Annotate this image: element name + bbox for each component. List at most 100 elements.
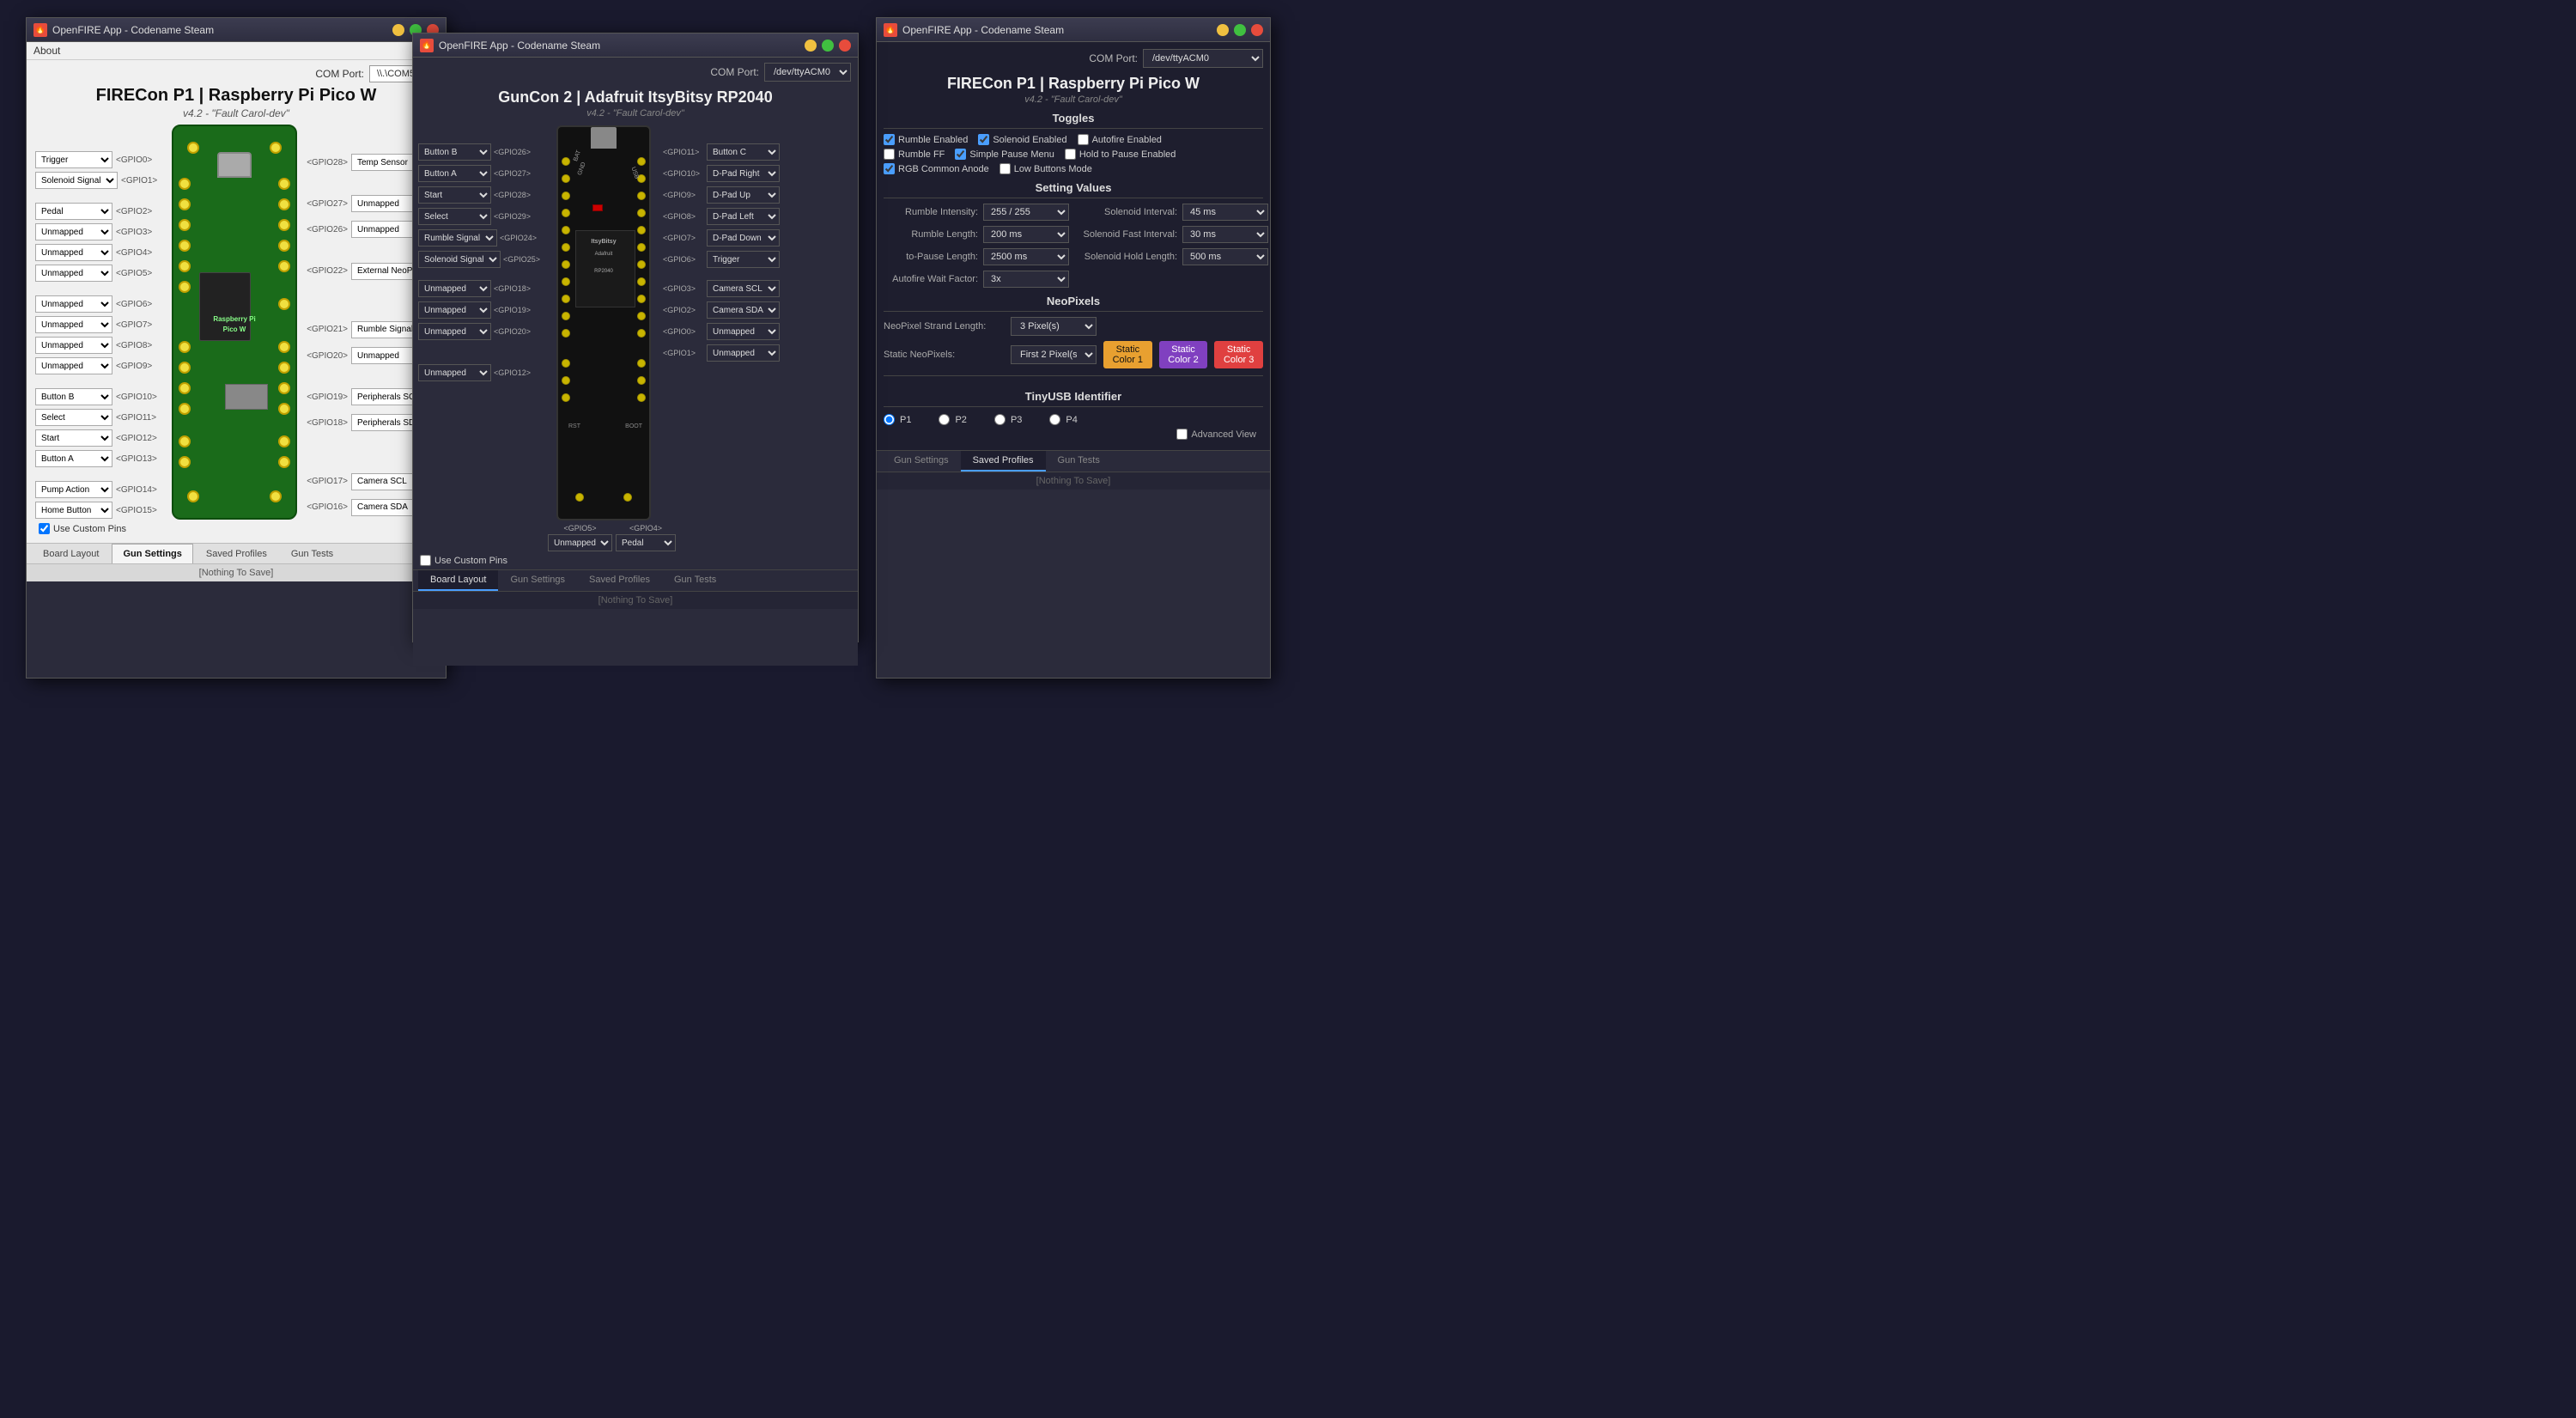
solenoid-hold-select[interactable]: 500 ms bbox=[1182, 248, 1268, 265]
toggle-autofire-enabled[interactable]: Autofire Enabled bbox=[1078, 134, 1162, 145]
toggle-rumble-enabled[interactable]: Rumble Enabled bbox=[884, 134, 968, 145]
close-btn-3[interactable] bbox=[1251, 24, 1263, 36]
settings-header: Setting Values bbox=[884, 181, 1263, 198]
tab-bar-1: Board Layout Gun Settings Saved Profiles… bbox=[27, 543, 446, 563]
static-color-1-btn[interactable]: Static Color 1 bbox=[1103, 341, 1152, 368]
tab-gun-settings-2[interactable]: Gun Settings bbox=[498, 570, 577, 591]
use-custom-pins-cb-2[interactable] bbox=[420, 555, 431, 566]
gpio-right-col-2: <GPIO11>Button C <GPIO10>D-Pad Right <GP… bbox=[663, 125, 780, 551]
mid-gpio-3[interactable]: Camera SCL bbox=[707, 280, 780, 297]
tab-bar-2: Board Layout Gun Settings Saved Profiles… bbox=[413, 569, 858, 591]
advanced-view-cb[interactable] bbox=[1176, 429, 1188, 440]
mid-gpio-26[interactable]: Button B bbox=[418, 143, 491, 161]
gpio-select-7[interactable]: Unmapped bbox=[35, 316, 112, 333]
static-color-3-btn[interactable]: Static Color 3 bbox=[1214, 341, 1263, 368]
mid-gpio-1[interactable]: Unmapped bbox=[707, 344, 780, 362]
mid-gpio-11[interactable]: Button C bbox=[707, 143, 780, 161]
gpio-select-8[interactable]: Unmapped bbox=[35, 337, 112, 354]
mid-gpio-2[interactable]: Camera SDA bbox=[707, 301, 780, 319]
rumble-length-select[interactable]: 200 ms bbox=[983, 226, 1069, 243]
radio-p2[interactable]: P2 bbox=[939, 414, 966, 425]
toggle-rgb-common-anode[interactable]: RGB Common Anode bbox=[884, 163, 989, 174]
tiny-usb-header: TinyUSB Identifier bbox=[884, 390, 1263, 407]
minimize-btn-2[interactable] bbox=[805, 40, 817, 52]
mid-gpio-20-l[interactable]: Unmapped bbox=[418, 323, 491, 340]
gpio-select-6[interactable]: Unmapped bbox=[35, 295, 112, 313]
neo-strand-select[interactable]: 3 Pixel(s) bbox=[1011, 317, 1097, 336]
toggle-simple-pause[interactable]: Simple Pause Menu bbox=[955, 149, 1054, 160]
mid-gpio-28[interactable]: Start bbox=[418, 186, 491, 204]
window-2: 🔥 OpenFIRE App - Codename Steam COM Port… bbox=[412, 33, 859, 642]
app-icon-1: 🔥 bbox=[33, 23, 47, 37]
maximize-btn-3[interactable] bbox=[1234, 24, 1246, 36]
tab-gun-tests-3[interactable]: Gun Tests bbox=[1046, 451, 1112, 472]
tab-saved-profiles-3[interactable]: Saved Profiles bbox=[961, 451, 1046, 472]
solenoid-fast-select[interactable]: 30 ms bbox=[1182, 226, 1268, 243]
radio-p4[interactable]: P4 bbox=[1049, 414, 1077, 425]
about-menu[interactable]: About bbox=[33, 45, 60, 57]
rumble-intensity-select[interactable]: 255 / 255 bbox=[983, 204, 1069, 221]
tab-gun-settings-1[interactable]: Gun Settings bbox=[112, 544, 192, 563]
gpio-select-10[interactable]: Button B bbox=[35, 388, 112, 405]
gpio-select-0[interactable]: Trigger bbox=[35, 151, 112, 168]
mid-gpio-7[interactable]: D-Pad Down bbox=[707, 229, 780, 246]
neo-strand-label: NeoPixel Strand Length: bbox=[884, 321, 1004, 332]
tab-gun-tests-2[interactable]: Gun Tests bbox=[662, 570, 728, 591]
toggle-low-buttons-mode[interactable]: Low Buttons Mode bbox=[999, 163, 1092, 174]
gpio-select-2[interactable]: Pedal bbox=[35, 203, 112, 220]
com-port-label-1: COM Port: bbox=[315, 68, 364, 80]
com-port-select-2[interactable]: /dev/ttyACM0 bbox=[764, 63, 851, 82]
mid-gpio-9[interactable]: D-Pad Up bbox=[707, 186, 780, 204]
tab-saved-profiles-2[interactable]: Saved Profiles bbox=[577, 570, 662, 591]
use-custom-pins-cb-1[interactable] bbox=[39, 523, 50, 534]
toggle-rumble-ff[interactable]: Rumble FF bbox=[884, 149, 945, 160]
mid-gpio-5[interactable]: Unmapped bbox=[548, 534, 612, 551]
mid-gpio-24[interactable]: Rumble Signal bbox=[418, 229, 497, 246]
gpio-select-12[interactable]: Start bbox=[35, 429, 112, 447]
toggle-hold-to-pause[interactable]: Hold to Pause Enabled bbox=[1065, 149, 1176, 160]
mid-gpio-0[interactable]: Unmapped bbox=[707, 323, 780, 340]
menu-bar-1[interactable]: About bbox=[27, 42, 446, 60]
gpio-select-14[interactable]: Pump Action bbox=[35, 481, 112, 498]
mid-gpio-12[interactable]: Unmapped bbox=[418, 364, 491, 381]
radio-p3[interactable]: P3 bbox=[994, 414, 1022, 425]
mid-gpio-4[interactable]: Pedal bbox=[616, 534, 676, 551]
app-icon-3: 🔥 bbox=[884, 23, 897, 37]
tab-gun-tests-1[interactable]: Gun Tests bbox=[280, 544, 344, 563]
mid-gpio-27[interactable]: Button A bbox=[418, 165, 491, 182]
pause-length-select[interactable]: 2500 ms bbox=[983, 248, 1069, 265]
gpio-select-9[interactable]: Unmapped bbox=[35, 357, 112, 374]
static-color-2-btn[interactable]: Static Color 2 bbox=[1159, 341, 1208, 368]
mid-gpio-29[interactable]: Select bbox=[418, 208, 491, 225]
tab-board-layout-2[interactable]: Board Layout bbox=[418, 570, 498, 591]
mid-gpio-19[interactable]: Unmapped bbox=[418, 301, 491, 319]
tab-saved-profiles-1[interactable]: Saved Profiles bbox=[195, 544, 278, 563]
tab-gun-settings-3[interactable]: Gun Settings bbox=[882, 451, 961, 472]
toggle-solenoid-enabled[interactable]: Solenoid Enabled bbox=[978, 134, 1066, 145]
radio-p1[interactable]: P1 bbox=[884, 414, 911, 425]
gpio-select-1[interactable]: Solenoid Signal bbox=[35, 172, 118, 189]
maximize-btn-2[interactable] bbox=[822, 40, 834, 52]
gpio-select-3[interactable]: Unmapped bbox=[35, 223, 112, 240]
mid-gpio-8[interactable]: D-Pad Left bbox=[707, 208, 780, 225]
gpio-select-15[interactable]: Home Button bbox=[35, 502, 112, 519]
mid-gpio-6[interactable]: Trigger bbox=[707, 251, 780, 268]
mid-gpio-10[interactable]: D-Pad Right bbox=[707, 165, 780, 182]
tab-board-layout-1[interactable]: Board Layout bbox=[32, 544, 110, 563]
close-btn-2[interactable] bbox=[839, 40, 851, 52]
solenoid-interval-select[interactable]: 45 ms bbox=[1182, 204, 1268, 221]
device-title-2: GunCon 2 | Adafruit ItsyBitsy RP2040 bbox=[413, 88, 858, 107]
com-port-select-3[interactable]: /dev/ttyACM0 bbox=[1143, 49, 1263, 68]
gpio-select-5[interactable]: Unmapped bbox=[35, 265, 112, 282]
mid-gpio-25[interactable]: Solenoid Signal bbox=[418, 251, 501, 268]
gpio-select-4[interactable]: Unmapped bbox=[35, 244, 112, 261]
device-version-1: v4.2 - "Fault Carol-dev" bbox=[32, 107, 440, 119]
autofire-wait-select[interactable]: 3x bbox=[983, 271, 1069, 288]
minimize-btn-3[interactable] bbox=[1217, 24, 1229, 36]
gpio-select-11[interactable]: Select bbox=[35, 409, 112, 426]
use-custom-row-2: Use Custom Pins bbox=[413, 551, 858, 569]
mid-gpio-18[interactable]: Unmapped bbox=[418, 280, 491, 297]
gpio-select-13[interactable]: Button A bbox=[35, 450, 112, 467]
static-neo-select[interactable]: First 2 Pixel(s) bbox=[1011, 345, 1097, 364]
minimize-btn-1[interactable] bbox=[392, 24, 404, 36]
